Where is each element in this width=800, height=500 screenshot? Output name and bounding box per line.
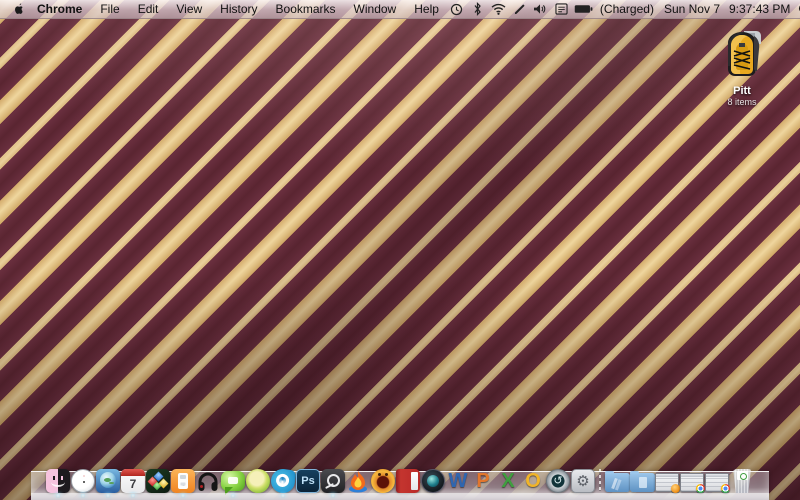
spotlight-search-icon[interactable]	[796, 0, 800, 19]
ink-pen-icon[interactable]	[511, 0, 528, 19]
time-machine-icon: ↺	[546, 469, 570, 493]
dock-arcade-face-app[interactable]	[371, 466, 396, 493]
dock-documents-folder[interactable]	[629, 466, 655, 493]
dock-dashboard[interactable]	[71, 466, 96, 498]
menu-bar-clock[interactable]: 9:37:43 PM	[726, 2, 792, 16]
menu-view[interactable]: View	[167, 0, 211, 19]
chat-bubble-icon	[221, 471, 245, 495]
dock-word[interactable]: W	[446, 466, 471, 493]
menu-window[interactable]: Window	[345, 0, 406, 19]
trash-icon	[733, 469, 751, 493]
minimized-window-icon	[655, 473, 680, 493]
word-glyph: W	[448, 470, 468, 492]
dock-drop-app[interactable]	[269, 466, 297, 498]
dock-globe-planet-app[interactable]	[96, 466, 121, 498]
input-menu-icon[interactable]	[553, 0, 570, 19]
stack-label: Pitt	[733, 85, 751, 97]
calendar-day-number: 7	[129, 477, 137, 491]
red-book-icon	[396, 469, 420, 493]
word-icon: W	[446, 469, 470, 493]
dock-excel[interactable]: X	[496, 466, 521, 493]
battery-icon[interactable]	[574, 0, 593, 19]
dashboard-icon	[71, 469, 95, 493]
dock-time-machine[interactable]: ↺	[546, 466, 571, 493]
lime-icon	[246, 469, 270, 493]
dock-finder[interactable]	[46, 466, 71, 498]
excel-icon: X	[496, 469, 520, 493]
dock-minimized-window-1[interactable]	[655, 466, 680, 493]
menu-file[interactable]: File	[91, 0, 128, 19]
dock-gem-game[interactable]	[146, 466, 171, 493]
gems-icon	[146, 469, 170, 493]
finder-icon	[46, 469, 70, 493]
dock-powerpoint[interactable]: P	[471, 466, 496, 493]
menu-bar: Chrome File Edit View History Bookmarks …	[0, 0, 800, 19]
photoshop-glyph: Ps	[301, 475, 315, 487]
volume-icon[interactable]	[532, 0, 549, 19]
flame-icon	[346, 469, 370, 493]
backpack-icon	[698, 27, 786, 83]
dock: 7 Ps W P X O ↺ ⚙	[31, 460, 769, 500]
bluetooth-icon[interactable]	[469, 0, 486, 19]
dock-trash[interactable]	[730, 466, 755, 493]
sync-status-icon[interactable]	[448, 0, 465, 19]
battery-status-label[interactable]: (Charged)	[597, 2, 657, 16]
menu-chrome[interactable]: Chrome	[28, 0, 91, 19]
dock-outlook[interactable]: O	[521, 466, 546, 493]
dock-separator	[596, 467, 605, 493]
wifi-icon[interactable]	[490, 0, 507, 19]
minimized-window-icon	[680, 473, 705, 493]
stack-item-count: 8 items	[727, 97, 757, 107]
gear-icon: ⚙	[571, 469, 595, 493]
desktop-wallpaper: Chrome File Edit View History Bookmarks …	[0, 0, 800, 500]
powerpoint-icon: P	[471, 469, 495, 493]
dock-minimized-window-3[interactable]	[705, 466, 730, 493]
camera-lens-icon	[421, 469, 445, 493]
menu-edit[interactable]: Edit	[129, 0, 168, 19]
dock-flame-app[interactable]	[346, 466, 371, 493]
ipod-icon	[171, 469, 195, 493]
dock-applications-folder[interactable]	[604, 466, 630, 493]
calendar-icon: 7	[121, 469, 145, 493]
open-mouth-face-icon	[371, 469, 395, 493]
dock-ical[interactable]: 7	[121, 466, 146, 498]
planet-globe-icon	[96, 469, 120, 493]
dock-photoshop[interactable]: Ps	[296, 466, 321, 493]
apple-logo-icon	[14, 3, 23, 14]
menu-bookmarks[interactable]: Bookmarks	[267, 0, 345, 19]
dock-system-preferences[interactable]: ⚙	[571, 466, 596, 493]
dock-lime-app[interactable]	[246, 466, 271, 493]
dock-floor	[31, 493, 769, 500]
gear-glyph: ⚙	[576, 472, 590, 490]
dock-photo-booth[interactable]	[421, 466, 446, 493]
dock-chat-app[interactable]	[221, 466, 246, 498]
steam-icon	[321, 469, 345, 493]
time-machine-glyph: ↺	[553, 474, 563, 487]
menu-bar-date[interactable]: Sun Nov 7	[661, 2, 722, 16]
excel-glyph: X	[501, 470, 515, 492]
dock-headphones-app[interactable]	[196, 466, 221, 493]
applications-folder-icon	[604, 471, 630, 492]
dock-ipod-app[interactable]	[171, 466, 196, 498]
desktop-stack-pitt[interactable]: Pitt 8 items	[698, 27, 786, 107]
apple-menu[interactable]	[8, 2, 28, 16]
documents-folder-icon	[629, 471, 655, 492]
outlook-icon: O	[521, 469, 545, 493]
dock-minimized-window-2[interactable]	[680, 466, 705, 493]
menu-help[interactable]: Help	[405, 0, 448, 19]
headphones-icon	[196, 469, 220, 493]
minimized-window-icon	[705, 473, 730, 493]
calendar-header	[121, 469, 145, 476]
outlook-glyph: O	[525, 470, 541, 492]
dock-red-book-app[interactable]	[396, 466, 421, 493]
photoshop-icon: Ps	[296, 469, 320, 493]
menu-history[interactable]: History	[211, 0, 266, 19]
powerpoint-glyph: P	[476, 470, 490, 492]
dock-steam[interactable]	[321, 466, 346, 498]
water-drop-icon	[269, 467, 297, 495]
